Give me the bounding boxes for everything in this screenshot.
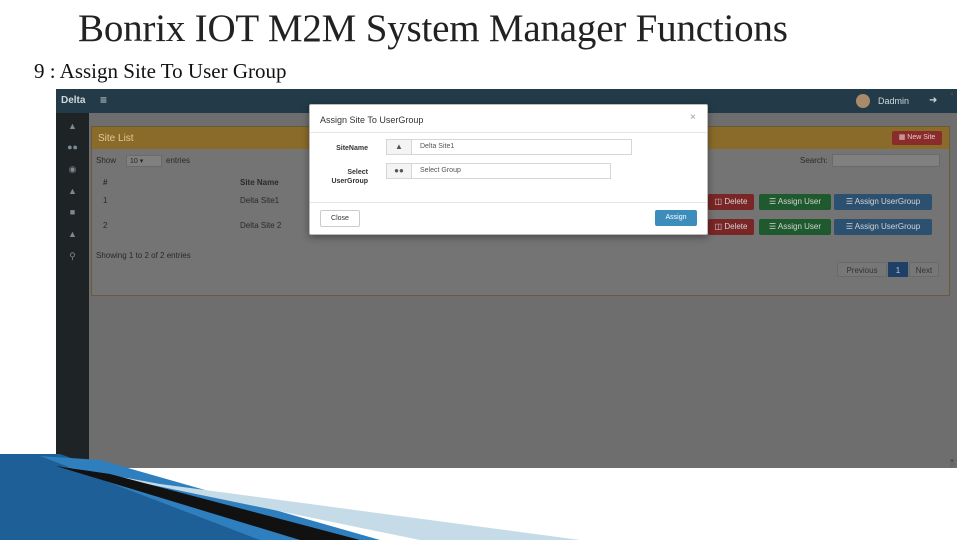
slide-nav-arrow-icon bbox=[950, 460, 956, 468]
panel-title: Site List bbox=[98, 133, 134, 144]
menu-toggle-icon[interactable]: ≡ bbox=[100, 93, 107, 107]
assign-button[interactable]: Assign bbox=[655, 210, 697, 226]
devices-icon[interactable]: ●● bbox=[56, 142, 89, 152]
modal-footer-divider bbox=[310, 202, 707, 203]
modal-title: Assign Site To UserGroup bbox=[320, 115, 424, 125]
bell-icon[interactable]: ▲ bbox=[56, 229, 89, 239]
new-site-button[interactable]: ▦ New Site bbox=[892, 131, 942, 145]
column-header-site-name[interactable]: Site Name bbox=[240, 178, 279, 187]
wrench-icon[interactable]: ⚲ bbox=[56, 251, 89, 262]
new-site-label: New Site bbox=[907, 134, 936, 141]
page-length-value: 10 bbox=[130, 158, 138, 165]
users-icon: ●● bbox=[387, 164, 412, 178]
users-icon[interactable]: ■ bbox=[56, 207, 89, 217]
pagination-next[interactable]: Next bbox=[909, 262, 939, 277]
assign-usergroup-button[interactable]: ☰ Assign UserGroup bbox=[834, 219, 932, 235]
pagination-page-1[interactable]: 1 bbox=[888, 262, 908, 277]
entries-label: entries bbox=[166, 156, 191, 165]
usergroup-placeholder: Select Group bbox=[420, 167, 461, 174]
row-2-number: 2 bbox=[103, 221, 108, 230]
row-2-site-name: Delta Site 2 bbox=[240, 221, 282, 230]
dashboard-icon[interactable]: ▲ bbox=[56, 121, 89, 131]
delete-button[interactable]: ◫ Delete bbox=[708, 194, 754, 210]
sitename-field[interactable]: ▲ Delta Site1 bbox=[386, 139, 632, 155]
logout-icon[interactable]: ➜ bbox=[929, 95, 937, 106]
brand-logo[interactable]: Delta bbox=[61, 95, 85, 106]
pagination-previous[interactable]: Previous bbox=[837, 262, 887, 277]
delete-button[interactable]: ◫ Delete bbox=[708, 219, 754, 235]
modal-close-icon[interactable]: × bbox=[690, 112, 696, 123]
globe-icon[interactable]: ◉ bbox=[56, 164, 89, 175]
slide-title: Bonrix IOT M2M System Manager Functions bbox=[78, 7, 788, 50]
sitemap-icon[interactable]: ▲ bbox=[56, 186, 89, 196]
usergroup-label: Select UserGroup bbox=[331, 169, 368, 185]
decorative-swoosh bbox=[0, 454, 580, 540]
column-header-number[interactable]: # bbox=[103, 178, 107, 187]
avatar[interactable] bbox=[856, 94, 870, 108]
search-label: Search: bbox=[800, 156, 828, 165]
modal-header-divider bbox=[310, 132, 707, 133]
user-icon: ▲ bbox=[387, 140, 412, 154]
close-button[interactable]: Close bbox=[320, 210, 360, 227]
slide-subtitle: 9 : Assign Site To User Group bbox=[34, 59, 287, 83]
search-input[interactable] bbox=[832, 154, 940, 167]
row-1-site-name: Delta Site1 bbox=[240, 196, 280, 205]
assign-usergroup-button[interactable]: ☰ Assign UserGroup bbox=[834, 194, 932, 210]
assign-site-modal: Assign Site To UserGroup × SiteName ▲ De… bbox=[309, 104, 708, 235]
assign-user-button[interactable]: ☰ Assign User bbox=[759, 219, 831, 235]
page-length-select[interactable]: 10 ▾ bbox=[126, 155, 162, 167]
user-name[interactable]: Dadmin bbox=[878, 96, 909, 106]
showing-entries-text: Showing 1 to 2 of 2 entries bbox=[96, 251, 191, 260]
usergroup-select[interactable]: ●● Select Group bbox=[386, 163, 611, 179]
sidebar: ▲ ●● ◉ ▲ ■ ▲ ⚲ bbox=[56, 89, 89, 468]
sitename-value: Delta Site1 bbox=[420, 143, 455, 150]
assign-user-button[interactable]: ☰ Assign User bbox=[759, 194, 831, 210]
show-label: Show bbox=[96, 156, 117, 165]
row-1-number: 1 bbox=[103, 196, 108, 205]
sitename-label: SiteName bbox=[336, 145, 368, 152]
